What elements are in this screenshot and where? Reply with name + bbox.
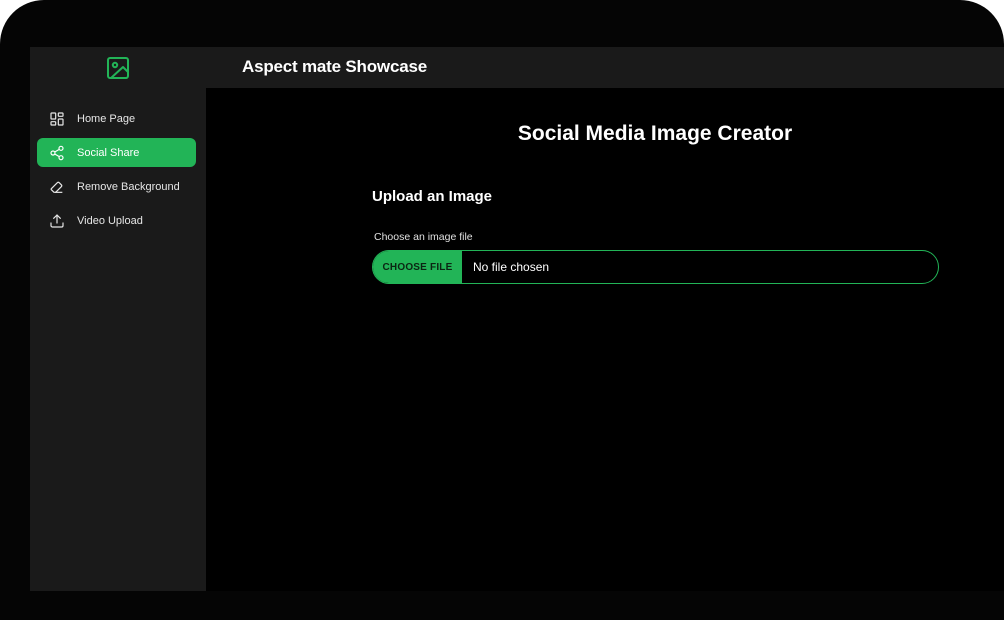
page-title: Social Media Image Creator [517, 122, 793, 145]
dashboard-icon [37, 104, 77, 133]
sidebar-item-label: Home Page [77, 112, 136, 125]
sidebar-item-remove-background[interactable]: Remove Background [37, 172, 196, 201]
choose-file-button[interactable]: CHOOSE FILE [373, 251, 462, 283]
eraser-icon [37, 172, 77, 201]
sidebar-item-label: Remove Background [77, 180, 180, 193]
file-status-text: No file chosen [473, 260, 550, 274]
app-logo[interactable] [30, 47, 206, 88]
device-frame: Aspect mate Showcase Home Page Social Sh… [0, 0, 1004, 620]
sidebar-item-label: Video Upload [77, 214, 143, 227]
file-input[interactable]: CHOOSE FILE No file chosen [372, 250, 939, 284]
share-icon [37, 138, 77, 167]
file-field-label: Choose an image file [374, 231, 473, 243]
app-window: Aspect mate Showcase Home Page Social Sh… [30, 47, 1004, 591]
section-title: Upload an Image [372, 188, 493, 205]
top-bar: Aspect mate Showcase [30, 47, 1004, 88]
sidebar-item-label: Social Share [77, 146, 140, 159]
sidebar-item-social-share[interactable]: Social Share [37, 138, 196, 167]
app-title: Aspect mate Showcase [242, 57, 427, 76]
image-icon [107, 56, 129, 79]
upload-icon [37, 206, 77, 235]
sidebar: Home Page Social Share Remove Background… [30, 88, 206, 591]
sidebar-item-home-page[interactable]: Home Page [37, 104, 196, 133]
sidebar-item-video-upload[interactable]: Video Upload [37, 206, 196, 235]
main-content: Social Media Image Creator Upload an Ima… [206, 88, 1004, 591]
